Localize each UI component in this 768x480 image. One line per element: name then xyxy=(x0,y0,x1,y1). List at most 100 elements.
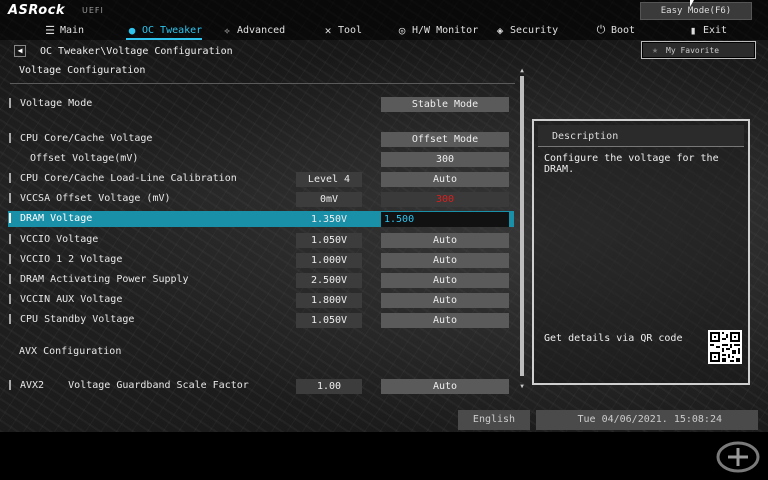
setting-row-cpu-standby-voltage[interactable]: CPU Standby Voltage 1.050V Auto xyxy=(8,312,514,328)
row-bullet xyxy=(9,193,11,203)
row-bullet xyxy=(9,213,11,223)
setting-value[interactable]: Offset Mode xyxy=(381,132,509,147)
menu-list-icon: ☰ xyxy=(45,23,55,37)
uefi-label: UEFI xyxy=(82,6,104,15)
setting-row-vccsa-offset-voltage[interactable]: VCCSA Offset Voltage (mV) 0mV 300 xyxy=(8,191,514,207)
setting-value[interactable]: Auto xyxy=(381,253,509,268)
chevron-left-icon: ◀ xyxy=(17,46,23,55)
divider xyxy=(10,83,515,84)
tab-advanced[interactable]: ✧ Advanced xyxy=(221,22,285,38)
setting-row-avx2-guardband[interactable]: AVX2 Voltage Guardband Scale Factor 1.00… xyxy=(8,378,514,394)
setting-value[interactable]: Auto xyxy=(381,233,509,248)
scroll-down-arrow-icon[interactable]: ▼ xyxy=(518,384,526,390)
setting-row-vccio-voltage[interactable]: VCCIO Voltage 1.050V Auto xyxy=(8,232,514,248)
setting-value[interactable]: Auto xyxy=(381,313,509,328)
current-value: Level 4 xyxy=(296,172,362,187)
datetime-display: Tue 04/06/2021. 15:08:24 xyxy=(536,410,758,430)
row-bullet xyxy=(9,98,11,108)
page-title: Voltage Configuration xyxy=(19,65,146,76)
setting-value[interactable]: 300 xyxy=(381,152,509,167)
setting-value[interactable]: Auto xyxy=(381,293,509,308)
setting-value[interactable]: Auto xyxy=(381,172,509,187)
bios-screen: ASRock UEFI Easy Mode(F6) ☰ Main ● OC Tw… xyxy=(0,0,768,432)
setting-value[interactable]: Auto xyxy=(381,379,509,394)
setting-row-cpu-core-cache-voltage[interactable]: CPU Core/Cache Voltage Offset Mode xyxy=(8,131,514,147)
power-icon: ⏻ xyxy=(596,23,606,36)
tab-tool[interactable]: ✕ Tool xyxy=(322,22,362,38)
setting-label: Voltage Mode xyxy=(20,98,93,109)
scroll-up-arrow-icon[interactable]: ▲ xyxy=(518,68,526,74)
description-header: Description xyxy=(538,125,744,147)
current-value: 2.500V xyxy=(296,273,362,288)
language-selector[interactable]: English xyxy=(458,410,530,430)
setting-label: CPU Core/Cache Voltage xyxy=(20,133,153,144)
qr-code-icon xyxy=(708,330,742,364)
setting-label: CPU Core/Cache Load-Line Calibration xyxy=(20,173,237,184)
row-bullet xyxy=(9,380,11,390)
setting-row-offset-voltage[interactable]: Offset Voltage(mV) 300 xyxy=(8,151,514,167)
monitor-icon: ◎ xyxy=(398,23,406,37)
current-value: 1.350V xyxy=(296,212,362,227)
setting-value[interactable]: Stable Mode xyxy=(381,97,509,112)
qr-caption: Get details via QR code xyxy=(544,333,683,344)
tab-label: Security xyxy=(510,24,559,36)
description-text: Configure the voltage for the DRAM. xyxy=(544,153,719,175)
setting-row-voltage-mode[interactable]: Voltage Mode Stable Mode xyxy=(8,96,514,112)
current-value: 1.050V xyxy=(296,313,362,328)
back-button[interactable]: ◀ xyxy=(14,45,26,57)
current-value: 1.000V xyxy=(296,253,362,268)
row-bullet xyxy=(9,173,11,183)
setting-label: DRAM Activating Power Supply xyxy=(20,274,189,285)
tab-label: OC Tweaker xyxy=(142,24,203,36)
setting-value[interactable]: 300 xyxy=(381,192,509,207)
easy-mode-button[interactable]: Easy Mode(F6) xyxy=(640,2,752,20)
tab-security[interactable]: ◈ Security xyxy=(494,22,558,38)
star-icon: ✧ xyxy=(223,23,231,37)
tab-label: Tool xyxy=(338,24,363,36)
tab-label: Exit xyxy=(703,24,728,36)
description-panel: Description Configure the voltage for th… xyxy=(532,119,750,385)
current-value: 0mV xyxy=(296,192,362,207)
setting-label: AVX2 Voltage Guardband Scale Factor xyxy=(20,380,249,391)
tab-oc-tweaker[interactable]: ● OC Tweaker xyxy=(126,22,203,40)
setting-row-load-line-calibration[interactable]: CPU Core/Cache Load-Line Calibration Lev… xyxy=(8,171,514,187)
letterbox-bar xyxy=(0,432,768,480)
current-value: 1.00 xyxy=(296,379,362,394)
row-bullet xyxy=(9,234,11,244)
setting-label: VCCIO 1 2 Voltage xyxy=(20,254,123,265)
tab-exit[interactable]: ▮ Exit xyxy=(687,22,727,38)
tab-label: Boot xyxy=(611,24,636,36)
scroll-thumb[interactable] xyxy=(520,76,524,376)
setting-row-dram-voltage[interactable]: DRAM Voltage 1.350V 1.500 xyxy=(8,211,514,227)
description-title: Description xyxy=(552,131,619,142)
row-bullet xyxy=(9,274,11,284)
setting-row-vccin-aux-voltage[interactable]: VCCIN AUX Voltage 1.800V Auto xyxy=(8,292,514,308)
tab-hw-monitor[interactable]: ◎ H/W Monitor xyxy=(396,22,479,38)
setting-label: VCCIO Voltage xyxy=(20,234,99,245)
setting-label: Offset Voltage(mV) xyxy=(30,153,139,164)
row-bullet xyxy=(9,314,11,324)
shield-icon: ◈ xyxy=(496,23,504,37)
mouse-cursor-icon xyxy=(690,0,694,7)
row-bullet xyxy=(9,254,11,264)
tab-label: H/W Monitor xyxy=(412,24,479,36)
setting-row-dram-activating-power-supply[interactable]: DRAM Activating Power Supply 2.500V Auto xyxy=(8,272,514,288)
current-value: 1.050V xyxy=(296,233,362,248)
setting-row-vccio-1-2-voltage[interactable]: VCCIO 1 2 Voltage 1.000V Auto xyxy=(8,252,514,268)
scrollbar[interactable]: ▲ ▼ xyxy=(518,68,526,392)
setting-label: VCCSA Offset Voltage (mV) xyxy=(20,193,171,204)
tab-main[interactable]: ☰ Main xyxy=(44,22,84,38)
dram-voltage-input[interactable]: 1.500 xyxy=(381,212,509,227)
my-favorite-label: My Favorite xyxy=(666,45,720,55)
setting-value[interactable]: Auto xyxy=(381,273,509,288)
breadcrumb: OC Tweaker\Voltage Configuration xyxy=(40,46,233,57)
exit-door-icon: ▮ xyxy=(689,23,697,37)
tab-label: Main xyxy=(60,24,85,36)
setting-label: DRAM Voltage xyxy=(20,213,93,224)
star-icon: ★ xyxy=(652,44,659,56)
my-favorite-button[interactable]: ★ My Favorite xyxy=(641,41,756,59)
setting-label: VCCIN AUX Voltage xyxy=(20,294,123,305)
tab-boot[interactable]: ⏻ Boot xyxy=(595,22,635,38)
setting-label: CPU Standby Voltage xyxy=(20,314,135,325)
row-bullet xyxy=(9,133,11,143)
